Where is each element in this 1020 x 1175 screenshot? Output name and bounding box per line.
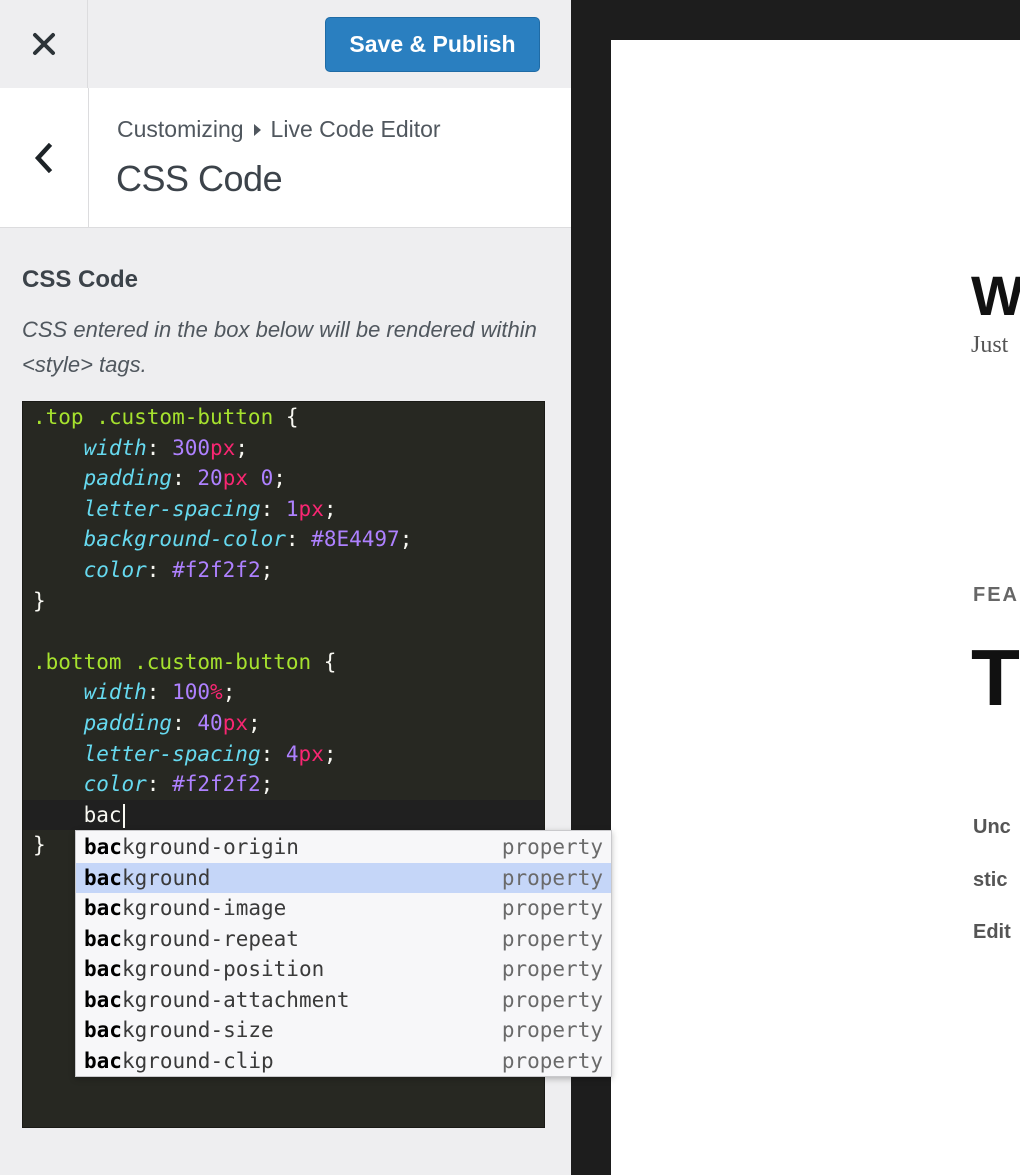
autocomplete-item[interactable]: background-repeat property [76,924,611,954]
autocomplete-item-type: property [501,1048,603,1073]
code-line[interactable]: letter-spacing: 4px; [23,739,544,769]
preview-tagline: Just [971,332,1009,358]
site-preview[interactable]: W Just FEA T Unc stic Edit [611,40,1020,1175]
autocomplete-item-type: property [501,865,603,890]
caret-right-icon [253,123,261,136]
breadcrumb-current: Live Code Editor [270,116,441,142]
code-line[interactable]: .top .custom-button { [23,402,544,432]
code-line[interactable]: width: 100%; [23,677,544,707]
autocomplete-item[interactable]: background-size property [76,1015,611,1045]
code-line[interactable]: letter-spacing: 1px; [23,494,544,524]
autocomplete-dropdown[interactable]: background-origin property background prope… [75,830,612,1077]
autocomplete-item-type: property [501,835,603,859]
code-line[interactable]: color: #f2f2f2; [23,555,544,585]
autocomplete-item-name: background [84,865,211,890]
autocomplete-item-name: background-clip [84,1048,274,1073]
code-line[interactable]: padding: 40px; [23,708,544,738]
code-line[interactable]: background-color: #8E4497; [23,524,544,554]
close-icon [32,33,55,55]
code-line[interactable]: bac [23,799,544,830]
autocomplete-item-type: property [501,957,603,981]
preview-text-line: stic [973,869,1008,891]
autocomplete-item-type: property [501,896,603,920]
autocomplete-item-name: background-origin [84,835,299,859]
text-cursor [122,803,125,828]
code-line[interactable]: } [23,586,544,616]
preview-featured-label: FEA [973,584,1019,606]
preview-site-title: W [971,264,1020,327]
autocomplete-item-name: background-attachment [84,987,350,1012]
autocomplete-item-type: property [501,987,603,1012]
breadcrumb-root: Customizing [117,116,244,142]
close-button[interactable] [0,0,88,88]
control-label: CSS Code [22,266,139,293]
autocomplete-item[interactable]: background-image property [76,893,611,923]
save-publish-button[interactable]: Save & Publish [325,17,540,72]
chevron-left-icon [34,142,53,173]
preview-text-line: Unc [973,816,1011,838]
preview-post-heading: T [971,633,1020,722]
autocomplete-item-name: background-repeat [84,926,299,951]
autocomplete-item[interactable]: background-clip property [76,1046,611,1076]
autocomplete-item[interactable]: background-position property [76,954,611,984]
preview-text-line: Edit [973,921,1011,943]
customizer-header: Save & Publish [0,0,571,89]
autocomplete-item[interactable]: background-origin property [76,832,611,862]
autocomplete-item-name: background-position [84,957,325,981]
breadcrumb: Customizing Live Code Editor [117,116,441,143]
code-line[interactable]: padding: 20px 0; [23,463,544,493]
control-description: CSS entered in the box below will be ren… [22,317,537,377]
code-line[interactable]: width: 300px; [23,433,544,463]
autocomplete-item-name: background-size [84,1018,274,1042]
code-line[interactable] [23,616,544,646]
back-button[interactable] [0,88,89,227]
autocomplete-item-type: property [501,1018,603,1042]
autocomplete-item[interactable]: background property [76,862,611,893]
section-title: CSS Code [116,158,283,199]
code-line[interactable]: .bottom .custom-button { [23,647,544,677]
code-line[interactable]: color: #f2f2f2; [23,769,544,799]
autocomplete-item-type: property [501,926,603,951]
autocomplete-item[interactable]: background-attachment property [76,985,611,1015]
autocomplete-item-name: background-image [84,896,287,920]
section-header: Customizing Live Code Editor CSS Code [0,88,571,228]
